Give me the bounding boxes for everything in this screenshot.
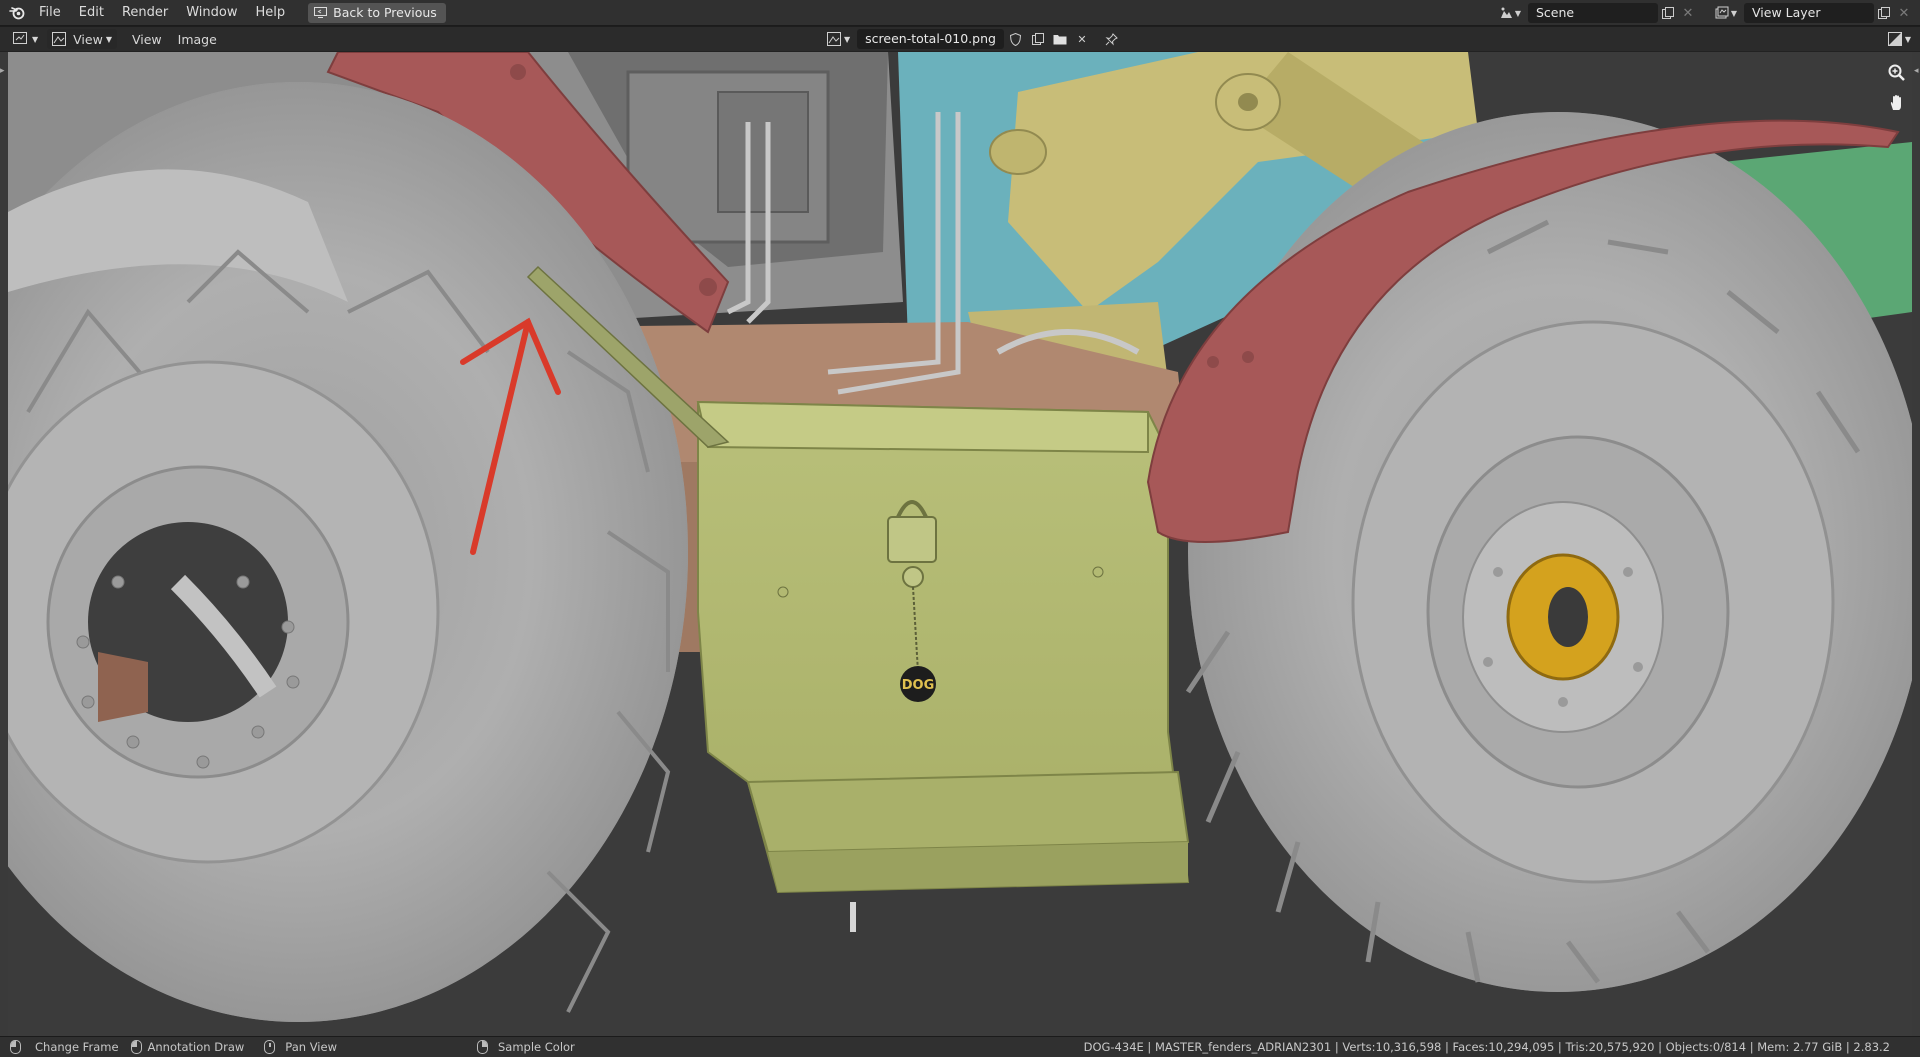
mouse-right-icon xyxy=(476,1040,488,1054)
scene-name-field[interactable]: Scene xyxy=(1528,3,1658,23)
fake-user-button[interactable] xyxy=(1006,29,1026,49)
editor-type-selector[interactable]: ▼ xyxy=(8,29,43,49)
scene-statistics: DOG-434E | MASTER_fenders_ADRIAN2301 | V… xyxy=(1083,1040,1890,1054)
chevron-down-icon: ▼ xyxy=(32,34,39,44)
mouse-middle-icon xyxy=(264,1040,276,1054)
status-annotation-draw: Annotation Draw xyxy=(130,1040,245,1054)
status-pan-view: Pan View xyxy=(264,1040,337,1054)
duplicate-icon xyxy=(1878,7,1890,19)
view-layer-name-field[interactable]: View Layer xyxy=(1744,3,1874,23)
browse-image-button[interactable]: ▼ xyxy=(822,29,855,49)
chevron-down-icon: ▼ xyxy=(1514,8,1522,18)
delete-view-layer-button[interactable]: ✕ xyxy=(1894,3,1914,23)
chevron-down-icon: ▼ xyxy=(1730,8,1738,18)
scene-controls: ▼ Scene ✕ ▼ View Layer ✕ xyxy=(1492,2,1914,24)
annotation-draw-label: Annotation Draw xyxy=(147,1040,245,1054)
new-scene-button[interactable] xyxy=(1658,3,1678,23)
change-frame-label: Change Frame xyxy=(35,1040,119,1054)
status-sample-color: Sample Color xyxy=(476,1040,575,1054)
status-bar: Change Frame Annotation Draw Pan View Sa… xyxy=(0,1036,1920,1057)
new-image-button[interactable] xyxy=(1028,29,1048,49)
render-image: DOG xyxy=(8,52,1912,1036)
back-to-previous-button[interactable]: Back to Previous xyxy=(308,2,446,23)
view-mode-dropdown[interactable]: View ▼ xyxy=(47,29,117,49)
view-mode-label: View xyxy=(73,31,103,47)
top-menu-bar: File Edit Render Window Help Back to Pre… xyxy=(0,0,1920,26)
delete-scene-button[interactable]: ✕ xyxy=(1678,3,1698,23)
view-layer-selector-button[interactable]: ▼ xyxy=(1708,2,1744,24)
scene-field: ▼ Scene ✕ xyxy=(1492,2,1698,24)
open-image-button[interactable] xyxy=(1050,29,1070,49)
chevron-down-icon: ▼ xyxy=(1904,34,1911,44)
close-icon: ✕ xyxy=(1898,5,1910,21)
zoom-icon xyxy=(1888,64,1905,81)
close-icon: ✕ xyxy=(1682,5,1694,21)
back-to-previous-label: Back to Previous xyxy=(333,5,437,20)
duplicate-icon xyxy=(1662,7,1674,19)
menu-image[interactable]: Image xyxy=(173,29,222,49)
hand-icon xyxy=(1890,95,1901,110)
toolbar-expand-arrow-icon[interactable]: ▸ xyxy=(0,66,6,80)
shield-icon xyxy=(1010,32,1022,46)
navigation-gizmo xyxy=(1886,62,1908,114)
pan-button[interactable] xyxy=(1886,92,1908,114)
header-right-controls: ▼ xyxy=(1883,29,1916,49)
menu-file[interactable]: File xyxy=(30,2,70,24)
pin-icon xyxy=(1105,32,1119,46)
close-icon: ✕ xyxy=(1077,32,1087,46)
image-editor-icon xyxy=(13,32,27,44)
mouse-left-icon xyxy=(130,1040,142,1054)
render-layers-icon xyxy=(1715,6,1729,19)
menu-view[interactable]: View xyxy=(127,29,167,49)
dog-logo-text: DOG xyxy=(902,678,935,693)
menu-render[interactable]: Render xyxy=(113,2,177,24)
pan-view-label: Pan View xyxy=(285,1040,337,1054)
image-viewport[interactable]: ▸ ◂ DOG xyxy=(0,52,1920,1036)
pin-image-button[interactable] xyxy=(1102,29,1122,49)
view-layer-field: ▼ View Layer ✕ xyxy=(1708,2,1914,24)
zoom-button[interactable] xyxy=(1886,62,1908,84)
scene-icon xyxy=(1500,7,1512,18)
unlink-image-button[interactable]: ✕ xyxy=(1072,29,1092,49)
scene-selector-button[interactable]: ▼ xyxy=(1492,2,1528,24)
folder-icon xyxy=(1053,35,1067,45)
menu-window[interactable]: Window xyxy=(177,2,246,24)
menu-help[interactable]: Help xyxy=(247,2,295,24)
sidebar-expand-arrow-icon[interactable]: ◂ xyxy=(1914,66,1920,80)
color-alpha-icon xyxy=(1887,32,1902,46)
new-view-layer-button[interactable] xyxy=(1874,3,1894,23)
image-editor-header: ▼ View ▼ View Image ▼ screen-total-010.p… xyxy=(0,27,1920,52)
image-datablock-icon xyxy=(827,32,841,46)
chevron-down-icon: ▼ xyxy=(105,34,112,44)
mouse-left-icon xyxy=(10,1040,21,1054)
chevron-down-icon: ▼ xyxy=(844,34,851,44)
display-channels-dropdown[interactable]: ▼ xyxy=(1883,29,1916,49)
screen-back-icon xyxy=(314,7,328,18)
image-view-icon xyxy=(52,32,67,46)
sample-color-label: Sample Color xyxy=(497,1040,575,1054)
blender-logo-icon[interactable] xyxy=(4,0,30,26)
duplicate-icon xyxy=(1031,33,1044,45)
menu-edit[interactable]: Edit xyxy=(70,2,113,24)
status-change-frame: Change Frame xyxy=(10,1040,119,1054)
right-tire xyxy=(1185,112,1912,992)
image-name-field[interactable]: screen-total-010.png xyxy=(857,29,1004,49)
image-datablock-selector: ▼ screen-total-010.png ✕ xyxy=(822,29,1122,49)
